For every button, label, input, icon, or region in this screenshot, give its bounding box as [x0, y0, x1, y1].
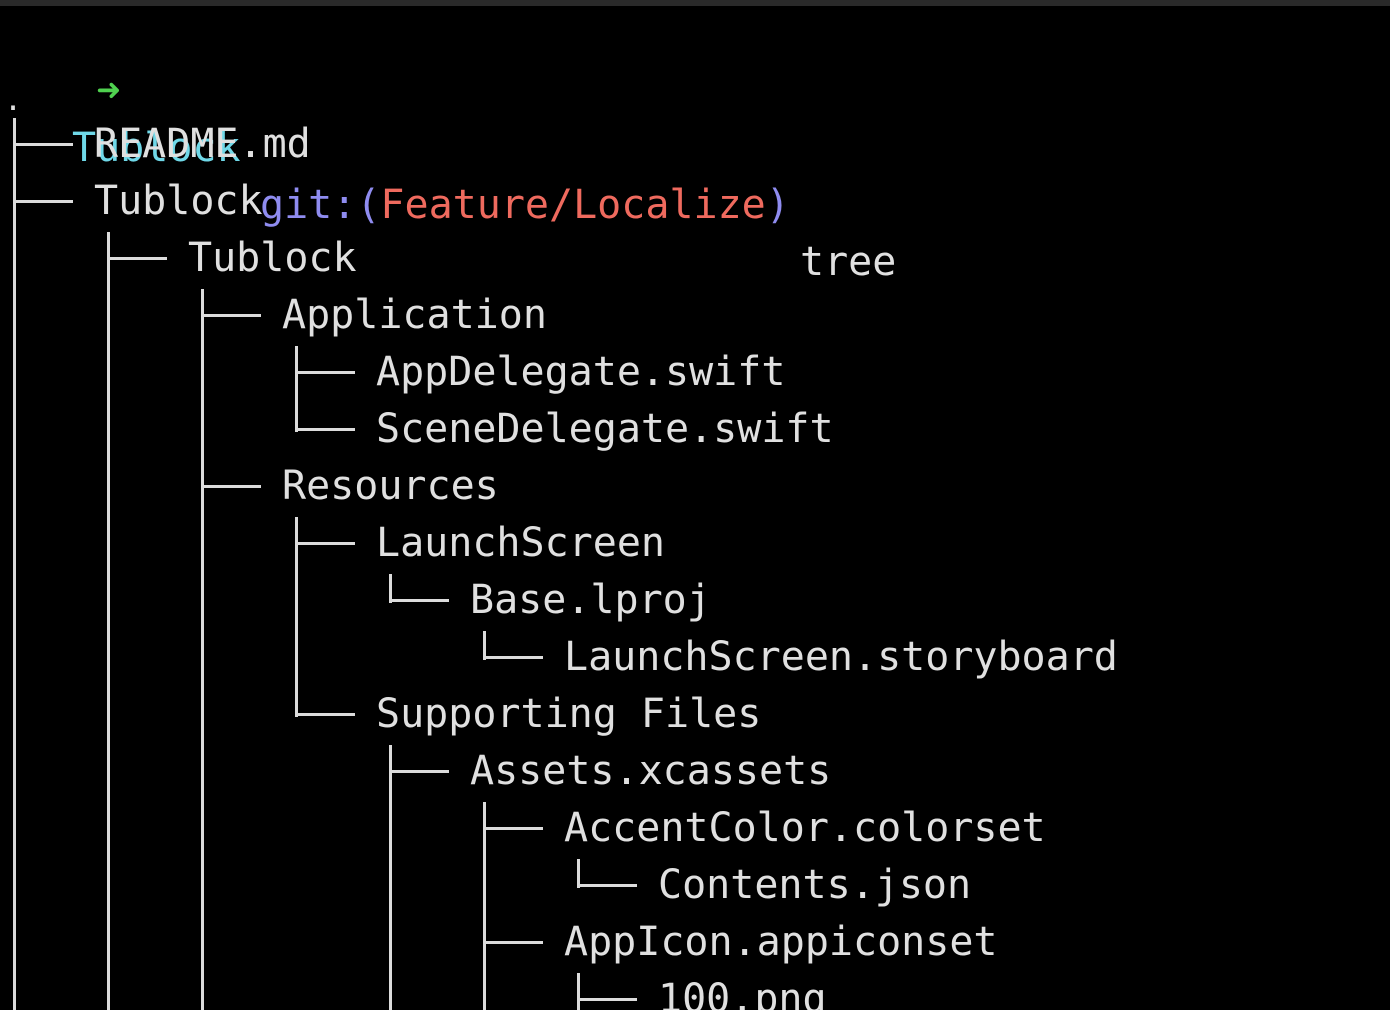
tree-entry-resources[interactable]: Resources	[282, 458, 499, 515]
tree-entry-tublock-inner[interactable]: Tublock	[188, 230, 357, 287]
terminal-window[interactable]: ➜ Tublock git:(Feature/Localize) tree . …	[0, 6, 1390, 1010]
tree-branch-appdelegate	[295, 371, 355, 374]
tree-branch-accentcolor	[483, 827, 543, 830]
tree-guide-depth-1	[107, 232, 110, 1010]
tree-branch-tublock-inner	[107, 257, 167, 260]
tree-branch-readme	[13, 143, 73, 146]
tree-entry-100-png[interactable]: 100.png	[658, 971, 827, 1010]
tree-entry-assets[interactable]: Assets.xcassets	[470, 743, 831, 800]
tree-entry-contents-json[interactable]: Contents.json	[658, 857, 971, 914]
prompt-arrow-icon: ➜	[96, 68, 121, 114]
tree-branch-launchscreen-storyboard	[483, 656, 543, 659]
tree-entry-application[interactable]: Application	[282, 287, 547, 344]
tree-entry-launchscreen-storyboard[interactable]: LaunchScreen.storyboard	[564, 629, 1118, 686]
tree-branch-application	[201, 314, 261, 317]
tree-guide-application	[295, 346, 298, 432]
tree-entry-scenedelegate[interactable]: SceneDelegate.swift	[376, 401, 834, 458]
tree-guide-assets	[483, 802, 486, 1010]
tree-branch-appicon	[483, 941, 543, 944]
tree-branch-launchscreen	[295, 542, 355, 545]
tree-entry-base-lproj[interactable]: Base.lproj	[470, 572, 711, 629]
tree-guide-depth-2	[201, 289, 204, 1010]
prompt-line: ➜ Tublock git:(Feature/Localize) tree	[0, 6, 896, 285]
tree-guide-supporting-files	[389, 745, 392, 1010]
prompt-command: tree	[800, 239, 897, 285]
tree-guide-depth-0	[13, 118, 16, 1010]
tree-branch-base-lproj	[389, 599, 449, 602]
prompt-git-prefix: git:(	[260, 182, 381, 228]
tree-branch-tublock-top	[13, 200, 73, 203]
tree-branch-resources	[201, 485, 261, 488]
tree-branch-supporting-files	[295, 713, 355, 716]
prompt-git-segment: git:(Feature/Localize)	[260, 177, 790, 234]
tree-guide-appicon	[577, 973, 580, 1010]
tree-entry-appicon[interactable]: AppIcon.appiconset	[564, 914, 997, 971]
tree-entry-tublock-top[interactable]: Tublock	[94, 173, 263, 230]
tree-branch-assets	[389, 770, 449, 773]
tree-entry-appdelegate[interactable]: AppDelegate.swift	[376, 344, 785, 401]
tree-guide-resources	[295, 517, 298, 717]
prompt-git-suffix: )	[765, 182, 790, 228]
tree-entry-launchscreen[interactable]: LaunchScreen	[376, 515, 665, 572]
tree-branch-contents-json	[577, 884, 637, 887]
tree-entry-readme[interactable]: README.md	[94, 116, 311, 173]
tree-entry-accentcolor[interactable]: AccentColor.colorset	[564, 800, 1046, 857]
tree-branch-100-png	[577, 998, 637, 1001]
tree-entry-supporting-files[interactable]: Supporting Files	[376, 686, 761, 743]
prompt-branch: Feature/Localize	[380, 182, 766, 228]
tree-branch-scenedelegate	[295, 428, 355, 431]
